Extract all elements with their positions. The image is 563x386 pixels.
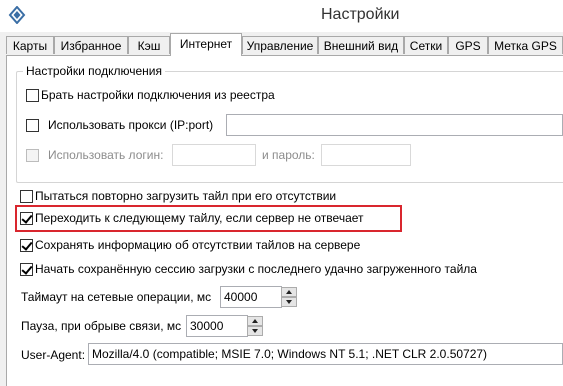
user-agent-input[interactable]: Mozilla/4.0 (compatible; MSIE 7.0; Windo… [88,343,563,365]
login-input[interactable] [172,144,256,166]
tab-gps-marker[interactable]: Метка GPS [488,36,563,54]
pause-spinner [247,316,263,336]
connection-group-title: Настройки подключения [23,64,165,78]
password-input[interactable] [321,144,411,166]
resume-session-label: Начать сохранённую сессию загрузки с пос… [35,262,477,276]
timeout-input[interactable]: 40000 [220,286,282,308]
pause-label: Пауза, при обрыве связи, мс [21,319,182,333]
use-proxy-checkbox[interactable] [26,119,39,132]
tab-bar: Карты Избранное Кэш Интернет Управление … [6,33,563,56]
pause-input[interactable]: 30000 [186,315,248,337]
retry-missing-label: Пытаться повторно загрузить тайл при его… [35,189,337,203]
title-bar: Настройки [0,0,563,32]
tab-appearance[interactable]: Внешний вид [318,36,404,54]
timeout-up-arrow-icon[interactable] [281,287,297,297]
user-agent-label: User-Agent: [21,348,86,362]
use-registry-label: Брать настройки подключения из реестра [41,88,275,102]
next-tile-label: Переходить к следующему тайлу, если серв… [35,211,364,225]
tab-cache[interactable]: Кэш [128,36,170,54]
pause-down-arrow-icon[interactable] [247,326,263,336]
app-logo-icon [8,6,26,24]
timeout-down-arrow-icon[interactable] [281,297,297,307]
tab-control[interactable]: Управление [242,36,318,54]
proxy-input[interactable] [226,114,563,136]
retry-missing-checkbox[interactable] [20,190,33,203]
window-title: Настройки [321,6,400,23]
pause-up-arrow-icon[interactable] [247,316,263,326]
password-label: и пароль: [262,148,315,162]
use-login-label: Использовать логин: [48,148,164,162]
resume-session-checkbox[interactable] [20,263,33,276]
use-proxy-label: Использовать прокси (IP:port) [48,118,214,132]
save-missing-info-checkbox[interactable] [20,239,33,252]
tab-favorites[interactable]: Избранное [54,36,128,54]
use-registry-checkbox[interactable] [26,89,39,102]
tab-gps[interactable]: GPS [448,36,488,54]
tab-grids[interactable]: Сетки [404,36,448,54]
tab-maps[interactable]: Карты [6,36,54,54]
save-missing-info-label: Сохранять информацию об отсутствии тайло… [35,238,361,252]
tab-internet[interactable]: Интернет [170,33,242,56]
next-tile-checkbox[interactable] [20,212,33,225]
timeout-label: Таймаут на сетевые операции, мс [21,290,212,304]
use-login-checkbox[interactable] [26,149,39,162]
timeout-spinner [281,287,297,307]
